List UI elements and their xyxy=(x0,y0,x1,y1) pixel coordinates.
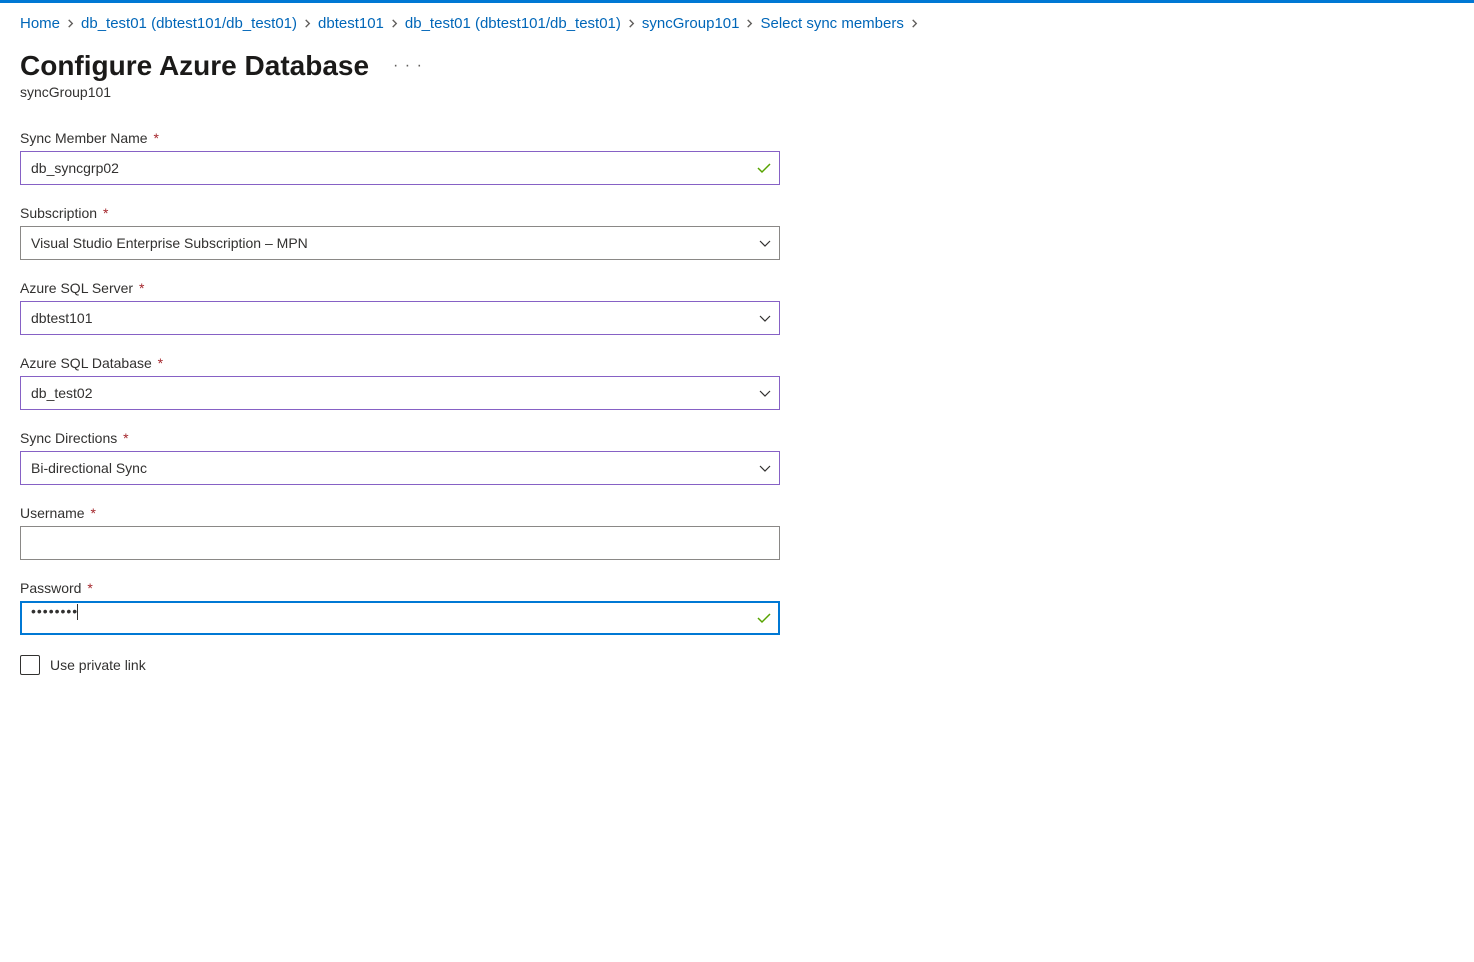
required-mark: * xyxy=(158,355,163,371)
sync-member-name-input[interactable] xyxy=(20,151,780,185)
chevron-right-icon xyxy=(627,17,636,31)
required-mark: * xyxy=(103,205,108,221)
breadcrumb-home[interactable]: Home xyxy=(20,15,60,32)
breadcrumb-dbtest101[interactable]: dbtest101 xyxy=(318,15,384,32)
breadcrumb-db-test01-1[interactable]: db_test01 (dbtest101/db_test01) xyxy=(81,15,297,32)
required-mark: * xyxy=(139,280,144,296)
chevron-right-icon xyxy=(303,17,312,31)
chevron-right-icon xyxy=(745,17,754,31)
sync-directions-select[interactable]: Bi-directional Sync xyxy=(20,451,780,485)
configure-form: Sync Member Name * Subscription * Visual… xyxy=(20,130,780,675)
sync-directions-label: Sync Directions * xyxy=(20,430,780,446)
required-mark: * xyxy=(87,580,92,596)
azure-sql-database-label: Azure SQL Database * xyxy=(20,355,780,371)
password-label: Password * xyxy=(20,580,780,596)
breadcrumb-select-sync-members[interactable]: Select sync members xyxy=(760,15,903,32)
required-mark: * xyxy=(153,130,158,146)
text-caret xyxy=(77,604,78,620)
use-private-link-label: Use private link xyxy=(50,657,146,673)
chevron-right-icon xyxy=(66,17,75,31)
subscription-label: Subscription * xyxy=(20,205,780,221)
use-private-link-checkbox[interactable] xyxy=(20,655,40,675)
azure-sql-server-label: Azure SQL Server * xyxy=(20,280,780,296)
password-input[interactable]: •••••••• xyxy=(20,601,780,635)
page-title: Configure Azure Database xyxy=(20,50,369,82)
breadcrumb-syncgroup101[interactable]: syncGroup101 xyxy=(642,15,740,32)
username-input[interactable] xyxy=(20,526,780,560)
chevron-right-icon xyxy=(390,17,399,31)
username-label: Username * xyxy=(20,505,780,521)
required-mark: * xyxy=(123,430,128,446)
sync-member-name-label: Sync Member Name * xyxy=(20,130,780,146)
breadcrumb: Home db_test01 (dbtest101/db_test01) dbt… xyxy=(20,15,1454,32)
breadcrumb-db-test01-2[interactable]: db_test01 (dbtest101/db_test01) xyxy=(405,15,621,32)
azure-sql-server-select[interactable]: dbtest101 xyxy=(20,301,780,335)
more-actions-button[interactable]: · · · xyxy=(389,53,427,79)
subscription-select[interactable]: Visual Studio Enterprise Subscription – … xyxy=(20,226,780,260)
chevron-right-icon xyxy=(910,17,919,31)
required-mark: * xyxy=(90,505,95,521)
page-subtitle: syncGroup101 xyxy=(20,84,1454,100)
azure-sql-database-select[interactable]: db_test02 xyxy=(20,376,780,410)
